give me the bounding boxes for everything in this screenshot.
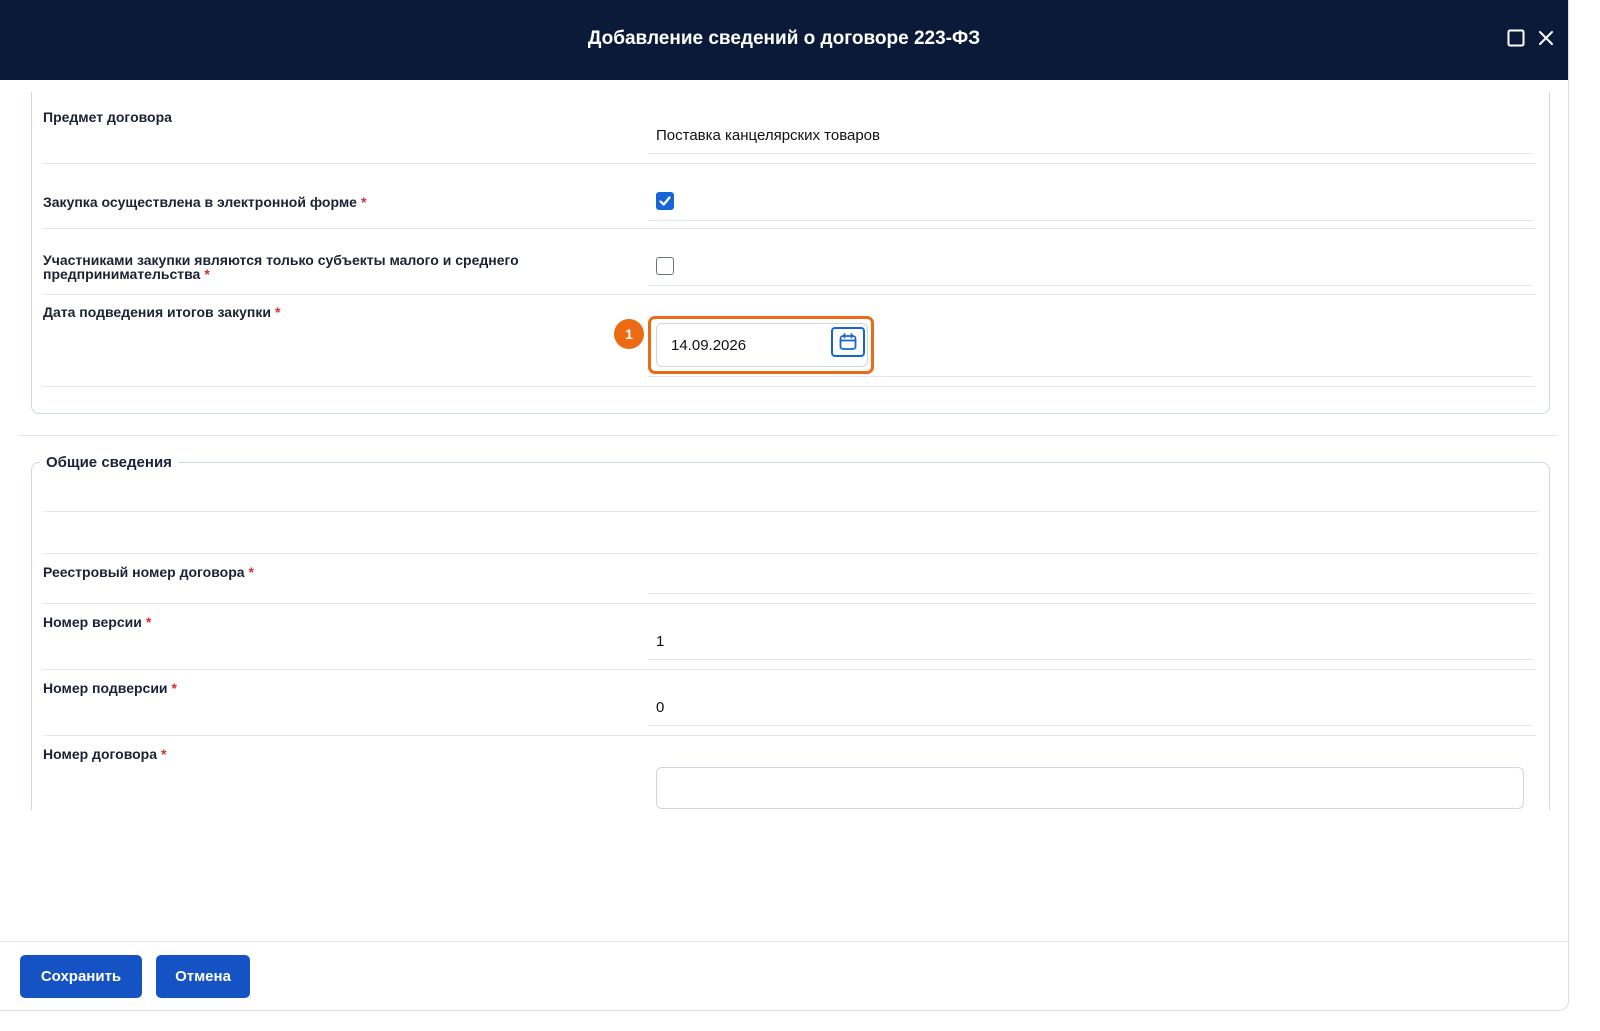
divider (648, 659, 1532, 660)
divider (43, 294, 1536, 295)
summary-date-label: Дата подведения итогов закупки * (43, 304, 281, 320)
divider (43, 669, 1536, 670)
calendar-icon (839, 333, 857, 350)
divider (648, 725, 1532, 726)
subversion-label: Номер подверсии * (43, 680, 177, 696)
general-info-legend: Общие сведения (40, 454, 178, 471)
divider (648, 153, 1532, 154)
dialog-header: Добавление сведений о договоре 223-ФЗ (0, 0, 1568, 80)
divider (43, 386, 1536, 387)
summary-date-value: 14.09.2026 (671, 337, 747, 354)
divider (43, 553, 1538, 554)
version-value: 1 (656, 633, 665, 650)
electronic-form-label: Закупка осуществлена в электронной форме… (43, 194, 367, 210)
sme-label: Участниками закупки являются только субъ… (43, 252, 519, 282)
registry-number-label: Реестровый номер договора * (43, 564, 254, 580)
contract-number-input[interactable] (656, 767, 1524, 809)
divider (648, 593, 1532, 594)
divider (43, 603, 1536, 604)
checkmark-icon (659, 196, 671, 206)
summary-date-input[interactable]: 14.09.2026 (656, 323, 868, 367)
contract-dialog: Добавление сведений о договоре 223-ФЗ Пр… (0, 0, 1569, 1011)
subversion-value: 0 (656, 699, 665, 716)
section-separator (20, 435, 1558, 436)
divider (648, 220, 1532, 221)
subject-value: Поставка канцелярских товаров (656, 127, 880, 144)
dialog-content: Предмет договора Поставка канцелярских т… (0, 80, 1568, 810)
divider (43, 511, 1538, 512)
calendar-button[interactable] (831, 327, 865, 357)
sme-checkbox[interactable] (656, 257, 674, 275)
close-icon (1539, 31, 1553, 45)
divider (648, 376, 1532, 377)
maximize-button[interactable] (1507, 29, 1525, 47)
footer-divider (0, 941, 1568, 942)
subject-label: Предмет договора (43, 109, 172, 125)
contract-number-label: Номер договора * (43, 746, 167, 762)
electronic-form-checkbox[interactable] (656, 192, 674, 210)
cancel-button[interactable]: Отмена (156, 955, 250, 998)
version-label: Номер версии * (43, 614, 152, 630)
dialog-title: Добавление сведений о договоре 223-ФЗ (587, 28, 981, 49)
general-info-group (31, 462, 1550, 810)
maximize-icon (1507, 29, 1525, 47)
divider (43, 735, 1536, 736)
step-badge: 1 (614, 319, 644, 349)
divider (43, 163, 1536, 164)
divider (43, 228, 1536, 229)
divider (648, 285, 1532, 286)
save-button[interactable]: Сохранить (20, 955, 142, 998)
close-button[interactable] (1537, 29, 1555, 47)
